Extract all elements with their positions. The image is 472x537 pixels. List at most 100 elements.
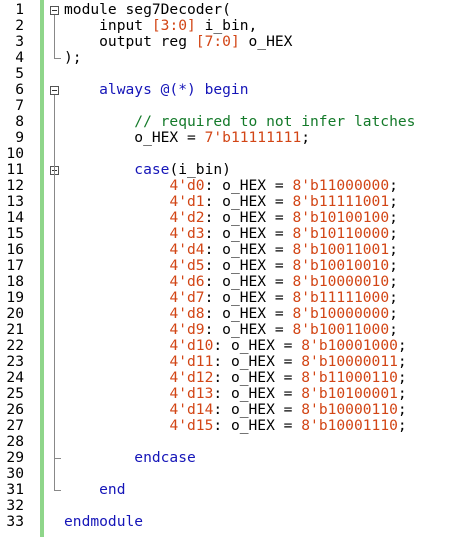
code-token: : o_HEX =: [213, 337, 302, 354]
code-text: 4'd3: o_HEX = 8'b10110000;: [64, 225, 398, 242]
code-token: 4'd7: [169, 289, 205, 306]
code-token: 8'b10000010: [292, 273, 390, 290]
code-line[interactable]: 3 output reg [7:0] o_HEX: [0, 34, 472, 50]
code-text: input [3:0] i_bin,: [64, 18, 257, 34]
code-line[interactable]: 9 o_HEX = 7'b11111111;: [0, 130, 472, 146]
code-line[interactable]: 1 module seg7Decoder(: [0, 2, 472, 18]
code-text: endmodule: [64, 514, 143, 530]
fold-guide-line: [54, 15, 55, 58]
code-token: ;: [389, 193, 398, 210]
code-line[interactable]: 14 4'd2: o_HEX = 8'b10100100;: [0, 210, 472, 226]
code-token: 8'b10100100: [292, 209, 390, 226]
code-line[interactable]: 28: [0, 434, 472, 450]
line-number: 8: [15, 113, 24, 130]
code-line[interactable]: 10: [0, 146, 472, 162]
code-text: 4'd12: o_HEX = 8'b11000110;: [64, 370, 406, 386]
code-token: 4'd4: [169, 241, 205, 258]
code-text: 4'd15: o_HEX = 8'b10001110;: [64, 417, 406, 434]
code-text: 4'd14: o_HEX = 8'b10000110;: [64, 401, 407, 418]
code-line[interactable]: 32: [0, 498, 472, 514]
code-line[interactable]: 12 4'd0: o_HEX = 8'b11000000;: [0, 178, 472, 194]
code-token: : o_HEX =: [204, 257, 293, 274]
code-line[interactable]: 2 input [3:0] i_bin,: [0, 18, 472, 34]
code-text: 4'd2: o_HEX = 8'b10100100;: [64, 209, 397, 226]
code-text: 4'd13: o_HEX = 8'b10100001;: [64, 385, 406, 402]
code-text: 4'd1: o_HEX = 8'b11111001;: [64, 193, 398, 210]
code-editor[interactable]: 1 module seg7Decoder(2 input [3:0] i_bin,…: [0, 0, 472, 537]
code-line[interactable]: 13 4'd1: o_HEX = 8'b11111001;: [0, 194, 472, 210]
fold-collapse-icon[interactable]: [50, 6, 59, 15]
code-token: case: [64, 161, 170, 178]
code-line[interactable]: 21 4'd9: o_HEX = 8'b10011000;: [0, 322, 472, 338]
code-line[interactable]: 16 4'd4: o_HEX = 8'b10011001;: [0, 242, 472, 258]
code-token: 4'd2: [169, 209, 205, 226]
code-line[interactable]: 7: [0, 98, 472, 114]
code-line[interactable]: 29 endcase: [0, 450, 472, 466]
code-token: 4'd5: [169, 257, 205, 274]
code-line[interactable]: 20 4'd8: o_HEX = 8'b10000000;: [0, 306, 472, 322]
code-token: 4'd15: [169, 417, 214, 434]
code-text: 4'd8: o_HEX = 8'b10000000;: [64, 305, 397, 322]
code-text: case(i_bin): [64, 162, 231, 178]
code-token: 8'b10001000: [301, 337, 398, 354]
code-line[interactable]: 8 // required to not infer latches: [0, 114, 472, 130]
line-number: 24: [6, 369, 24, 386]
code-token: o_HEX =: [64, 129, 205, 146]
code-token: ;: [389, 225, 398, 242]
code-line[interactable]: 18 4'd6: o_HEX = 8'b10000010;: [0, 274, 472, 290]
code-line[interactable]: 6 always @(*) begin: [0, 82, 472, 98]
code-token: ;: [389, 273, 398, 290]
code-token: 8'b10000011: [301, 353, 398, 370]
line-number: 7: [15, 97, 24, 114]
code-line[interactable]: 19 4'd7: o_HEX = 8'b11111000;: [0, 290, 472, 306]
code-text: output reg [7:0] o_HEX: [64, 34, 292, 50]
line-number: 13: [6, 193, 24, 210]
line-number: 29: [6, 449, 24, 466]
code-token: ;: [389, 289, 398, 306]
code-line[interactable]: 27 4'd15: o_HEX = 8'b10001110;: [0, 418, 472, 434]
code-text: module seg7Decoder(: [64, 2, 231, 18]
code-line[interactable]: 17 4'd5: o_HEX = 8'b10010010;: [0, 258, 472, 274]
code-token: 8'b11111000: [292, 289, 390, 306]
code-line[interactable]: 25 4'd13: o_HEX = 8'b10100001;: [0, 386, 472, 402]
code-line[interactable]: 11 case(i_bin): [0, 162, 472, 178]
code-token: );: [64, 49, 82, 66]
line-number: 2: [15, 17, 24, 34]
code-line[interactable]: 4);: [0, 50, 472, 66]
code-token: ;: [397, 401, 407, 418]
code-token: [3:0]: [151, 17, 196, 34]
line-number: 3: [15, 33, 24, 50]
code-token: 4'd8: [169, 305, 205, 322]
code-line[interactable]: 23 4'd11: o_HEX = 8'b10000011;: [0, 354, 472, 370]
fold-collapse-icon[interactable]: [50, 86, 59, 95]
code-token: 4'd1: [169, 193, 205, 210]
code-token: : o_HEX =: [204, 209, 293, 226]
code-text: always @(*) begin: [64, 82, 248, 98]
code-line[interactable]: 24 4'd12: o_HEX = 8'b11000110;: [0, 370, 472, 386]
code-line[interactable]: 22 4'd10: o_HEX = 8'b10001000;: [0, 338, 472, 354]
fold-end-marker: [54, 490, 61, 491]
line-number: 22: [6, 337, 24, 354]
code-token: ;: [389, 257, 398, 274]
code-line[interactable]: 33 endmodule: [0, 514, 472, 530]
code-line[interactable]: 31 end: [0, 482, 472, 498]
line-number: 14: [6, 209, 24, 226]
code-token: : o_HEX =: [204, 193, 293, 210]
code-token: i_bin,: [195, 17, 258, 34]
code-text: 4'd5: o_HEX = 8'b10010010;: [64, 257, 398, 274]
code-area[interactable]: 1 module seg7Decoder(2 input [3:0] i_bin,…: [0, 2, 472, 530]
code-line[interactable]: 30: [0, 466, 472, 482]
code-line[interactable]: 5: [0, 66, 472, 82]
code-line[interactable]: 26 4'd14: o_HEX = 8'b10000110;: [0, 402, 472, 418]
code-line[interactable]: 15 4'd3: o_HEX = 8'b10110000;: [0, 226, 472, 242]
code-token: : o_HEX =: [204, 305, 293, 322]
code-token: 4'd13: [169, 385, 214, 402]
